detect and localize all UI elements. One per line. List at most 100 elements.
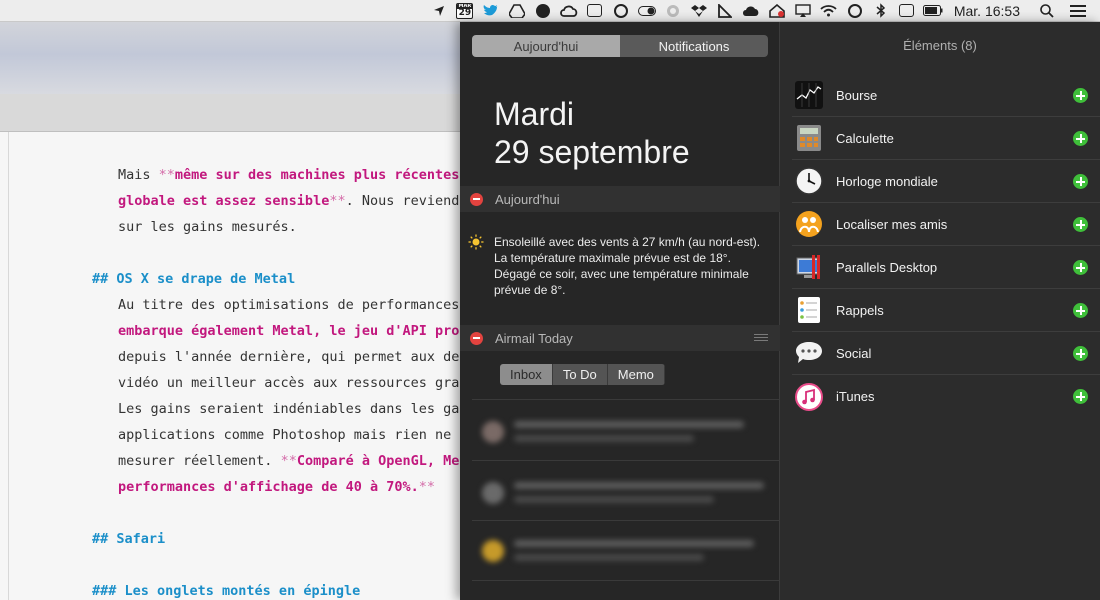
markdown-editor[interactable]: Mais **même sur des machines plus récent… [0,132,460,600]
remove-widget-icon[interactable] [470,331,483,345]
airmail-widget-header: Airmail Today [460,325,780,351]
editor-window-titlebar [0,22,460,94]
triangle-ruler-icon[interactable] [712,0,738,22]
evernote-icon[interactable] [530,0,556,22]
text-run: ** [280,453,297,469]
avatar [482,482,504,504]
mail-line [514,482,764,489]
twitter-icon[interactable] [478,0,504,22]
list-item-label: iTunes [836,389,875,404]
divider [472,520,780,521]
spotlight-search-icon[interactable] [1034,0,1060,22]
cloud-check-icon[interactable] [738,0,764,22]
nc-tab-control: Aujourd'hui Notifications [472,35,768,57]
tab-inbox[interactable]: Inbox [500,364,553,385]
list-item-parallels-desktop[interactable]: Parallels Desktop [792,246,1100,289]
text-run: Mais [118,167,159,183]
add-widget-icon[interactable] [1073,217,1088,232]
list-item-itunes[interactable]: iTunes [792,375,1100,418]
itunes-icon [794,382,824,412]
social-icon [794,338,824,368]
text-run: ### Les onglets montés en épingle [92,583,361,599]
list-item-localiser-mes-amis[interactable]: Localiser mes amis [792,203,1100,246]
tab-todo[interactable]: To Do [552,364,608,385]
calculator-icon [794,123,824,153]
menu-bar: MAR 29 Mar. 16:53 [0,0,1100,22]
tab-today[interactable]: Aujourd'hui [472,35,620,57]
mail-item[interactable] [474,526,774,576]
list-item-label: Calculette [836,130,894,146]
date-full: 29 septembre [494,134,690,170]
list-item-label: Rappels [836,302,884,318]
info-icon[interactable] [608,0,634,22]
text-run: performances d'affichage de 40 à 70%. [118,479,419,495]
editor-text-line: globale est assez sensible**. Nous revie… [118,192,459,210]
google-drive-icon[interactable] [504,0,530,22]
creative-cloud-icon[interactable] [556,0,582,22]
add-widget-icon[interactable] [1073,303,1088,318]
markdown-heading-line: ## Safari [92,530,165,548]
editor-text-line: embarque également Metal, le jeu d'API p… [118,322,459,340]
editor-text-line: sur les gains mesurés. [118,218,297,236]
text-run: Comparé à OpenGL, Me [296,453,460,469]
battery-icon[interactable] [920,0,946,22]
editor-text-line: Les gains seraient indéniables dans les … [118,400,459,418]
date-icon[interactable] [894,0,920,22]
mail-item[interactable] [474,468,774,518]
mail-item[interactable] [474,407,774,457]
add-widget-icon[interactable] [1073,346,1088,361]
text-run: . Nous reviend [345,193,460,209]
toggle-icon[interactable] [634,0,660,22]
menu-clock[interactable]: Mar. 16:53 [954,3,1020,19]
text-run: ** [418,479,435,495]
drag-handle-icon[interactable] [754,334,768,341]
parallels-icon [794,252,824,282]
elements-title: Éléments (8) [903,38,977,53]
editor-text-line: depuis l'année dernière, qui permet aux … [118,348,459,366]
widget-list: Bourse Calculette Horloge mondiale Local… [792,74,1100,418]
notification-center-icon[interactable] [1070,4,1086,17]
text-run: globale est assez sensible [118,193,330,209]
editor-text-line: mesurer réellement. **Comparé à OpenGL, … [118,452,459,470]
spiral-icon[interactable] [660,0,686,22]
text-run: mesurer réellement. [118,453,281,469]
time-machine-icon[interactable] [842,0,868,22]
markdown-heading-line: ## OS X se drape de Metal [92,270,295,288]
remove-widget-icon[interactable] [470,192,483,206]
wifi-icon[interactable] [816,0,842,22]
calendar-day: 29 [458,7,472,18]
add-widget-icon[interactable] [1073,174,1088,189]
add-widget-icon[interactable] [1073,260,1088,275]
screen-icon[interactable] [582,0,608,22]
list-item-label: Horloge mondiale [836,173,938,189]
editor-text-line: Au titre des optimisations de performanc… [118,296,459,314]
reminders-icon [794,295,824,325]
location-arrow-icon[interactable] [426,0,452,22]
list-item-rappels[interactable]: Rappels [792,289,1100,332]
tab-notifications[interactable]: Notifications [620,35,768,57]
tab-memo[interactable]: Memo [607,364,665,385]
stocks-icon [794,80,824,110]
bluetooth-icon[interactable] [868,0,894,22]
backup-house-icon[interactable] [764,0,790,22]
add-widget-icon[interactable] [1073,389,1088,404]
add-widget-icon[interactable] [1073,131,1088,146]
list-item-horloge-mondiale[interactable]: Horloge mondiale [792,160,1100,203]
calendar-icon[interactable]: MAR 29 [452,0,478,22]
divider [472,580,780,581]
list-item-label: Parallels Desktop [836,259,938,275]
weather-summary: Ensoleillé avec des vents à 27 km/h (au … [494,235,761,297]
text-run: vidéo un meilleur accès aux ressources g… [118,375,460,391]
avatar [482,421,504,443]
list-item-bourse[interactable]: Bourse [792,74,1100,117]
list-item-calculette[interactable]: Calculette [792,117,1100,160]
editor-text-line: applications comme Photoshop mais rien n… [118,426,451,444]
notification-center: Aujourd'hui Notifications Mardi 29 septe… [460,22,1100,600]
dropbox-icon[interactable] [686,0,712,22]
list-item-social[interactable]: Social [792,332,1100,375]
text-run: embarque également Metal, le jeu d'API p… [118,323,460,339]
airplay-icon[interactable] [790,0,816,22]
list-item-label: Localiser mes amis [836,216,948,232]
add-widget-icon[interactable] [1073,88,1088,103]
markdown-heading-line: ### Les onglets montés en épingle [92,582,360,600]
